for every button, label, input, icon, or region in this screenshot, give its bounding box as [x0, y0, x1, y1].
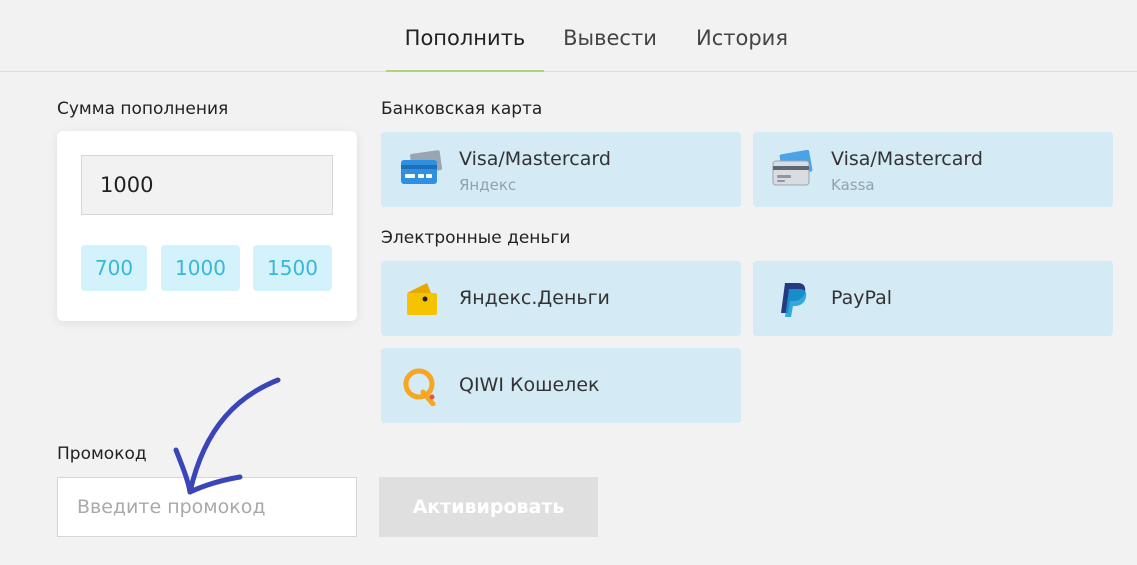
payment-provider: Яндекс [459, 176, 517, 194]
payment-paypal[interactable]: PayPal [753, 261, 1113, 336]
promo-label: Промокод [57, 444, 147, 464]
payment-qiwi[interactable]: QIWI Кошелек [381, 348, 741, 423]
promo-code-input[interactable] [57, 477, 357, 537]
payment-visa-mastercard-yandex[interactable]: Visa/Mastercard Яндекс [381, 132, 741, 207]
tab-deposit[interactable]: Пополнить [386, 0, 544, 72]
preset-amount-1500[interactable]: 1500 [253, 245, 332, 291]
qiwi-icon [399, 366, 443, 407]
payment-provider: Kassa [831, 176, 875, 194]
bank-card-icon [399, 150, 443, 190]
payment-name: Visa/Mastercard [459, 148, 611, 170]
tab-withdraw[interactable]: Вывести [556, 0, 664, 71]
yandex-money-wallet-icon [399, 279, 443, 319]
credit-card-icon [771, 149, 815, 190]
payment-yandex-money[interactable]: Яндекс.Деньги [381, 261, 741, 336]
amount-input[interactable] [81, 155, 333, 215]
bank-card-label: Банковская карта [381, 99, 543, 119]
payment-name: Visa/Mastercard [831, 148, 983, 170]
amount-card: 700 1000 1500 [57, 131, 357, 321]
tab-history[interactable]: История [688, 0, 796, 71]
preset-amount-1000[interactable]: 1000 [161, 245, 240, 291]
payment-name: PayPal [831, 287, 893, 309]
payment-name: Яндекс.Деньги [459, 287, 610, 309]
payment-visa-mastercard-kassa[interactable]: Visa/Mastercard Kassa [753, 132, 1113, 207]
amount-label: Сумма пополнения [57, 99, 229, 119]
preset-amount-700[interactable]: 700 [81, 245, 147, 291]
paypal-icon [771, 279, 815, 319]
payment-name: QIWI Кошелек [459, 374, 600, 396]
emoney-label: Электронные деньги [381, 228, 571, 248]
tab-bar: Пополнить Вывести История [0, 0, 1137, 72]
activate-button[interactable]: Активировать [379, 477, 598, 537]
